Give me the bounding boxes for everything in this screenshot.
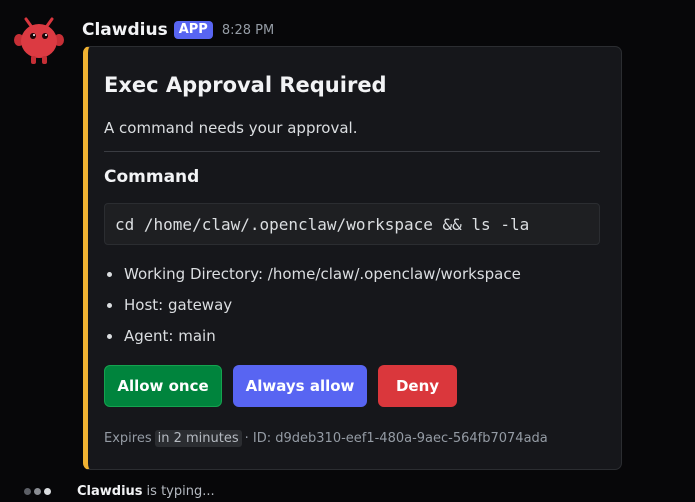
approval-embed: Exec Approval Required A command needs y… [83, 46, 622, 470]
approval-id: · ID: d9deb310-eef1-480a-9aec-564fb7074a… [244, 431, 548, 446]
app-badge: APP [173, 21, 213, 39]
embed-footer: Expires in 2 minutes · ID: d9deb310-eef1… [104, 430, 548, 447]
expires-time: in 2 minutes [154, 430, 242, 447]
embed-description: A command needs your approval. [104, 119, 358, 137]
message-header: Clawdius APP 8:28 PM [82, 17, 274, 43]
embed-title: Exec Approval Required [104, 73, 387, 97]
typing-dots-icon [24, 488, 51, 495]
expires-label: Expires [104, 431, 152, 446]
avatar[interactable] [14, 16, 64, 66]
typing-text: is typing... [146, 484, 215, 499]
red-creature-avatar-icon [14, 17, 64, 64]
command-text: cd /home/claw/.openclaw/workspace && ls … [115, 214, 530, 234]
deny-button[interactable]: Deny [378, 365, 457, 407]
always-allow-button[interactable]: Always allow [233, 365, 367, 407]
command-field-title: Command [104, 167, 200, 187]
action-buttons: Allow once Always allow Deny [104, 365, 457, 407]
allow-once-button[interactable]: Allow once [104, 365, 222, 407]
detail-agent: Agent: main [104, 324, 521, 355]
divider [104, 151, 600, 152]
typing-user: Clawdius [77, 484, 143, 499]
typing-indicator: Clawdius is typing... [24, 484, 215, 499]
detail-host: Host: gateway [104, 293, 521, 324]
detail-working-directory: Working Directory: /home/claw/.openclaw/… [104, 262, 521, 293]
command-code-block[interactable]: cd /home/claw/.openclaw/workspace && ls … [104, 203, 600, 245]
timestamp[interactable]: 8:28 PM [222, 23, 274, 38]
username[interactable]: Clawdius [82, 20, 168, 40]
details-list: Working Directory: /home/claw/.openclaw/… [104, 262, 521, 355]
